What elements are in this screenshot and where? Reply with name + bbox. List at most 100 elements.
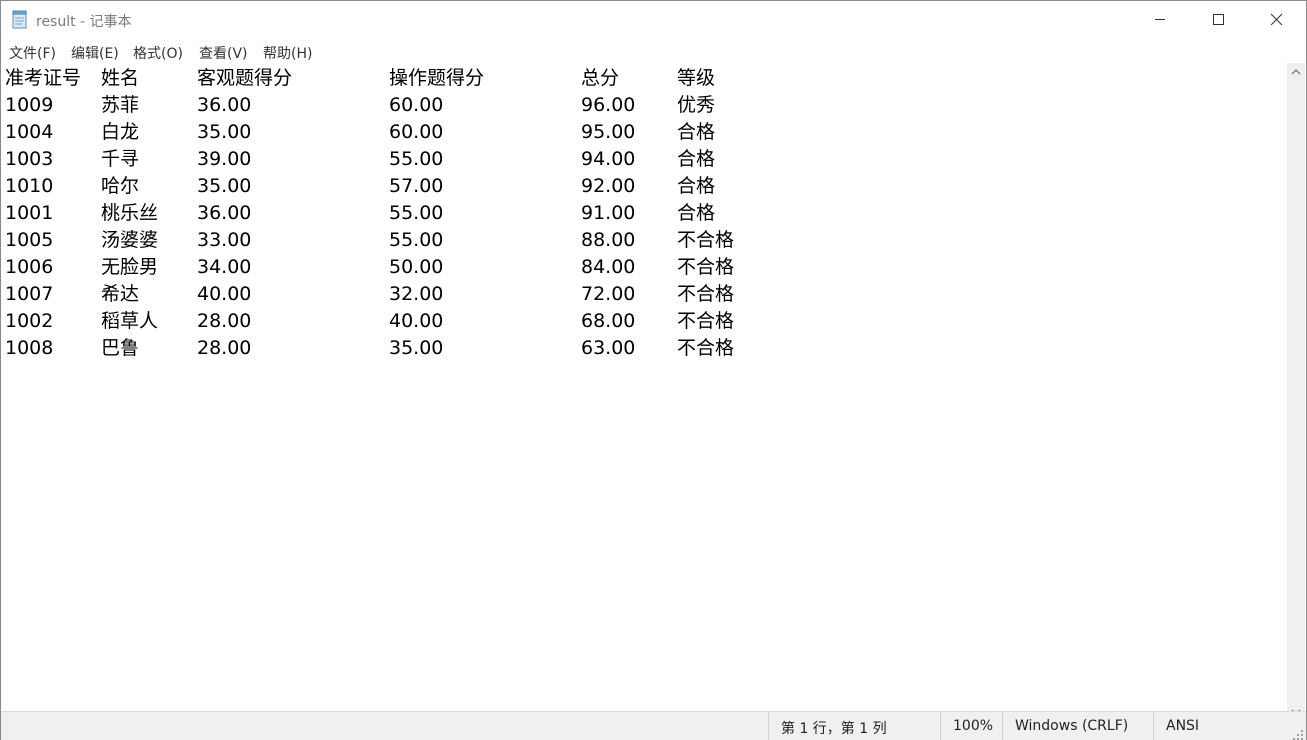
header-exam-id: 准考证号: [5, 67, 82, 89]
text-line: 1004 白龙 35.00 60.00 95.00 合格: [1, 119, 1287, 146]
total-score: 88.00: [581, 229, 636, 251]
zoom-text: 100%: [953, 718, 994, 734]
student-name: 稻草人: [101, 310, 159, 332]
menu-file[interactable]: 文件(F): [9, 43, 56, 63]
objective-score: 35.00: [197, 121, 252, 143]
menu-format[interactable]: 格式(O): [133, 43, 183, 63]
grade: 不合格: [677, 310, 735, 332]
exam-id: 1008: [5, 337, 54, 359]
text-editor-area[interactable]: 准考证号 姓名 客观题得分 操作题得分 总分 等级 1009 苏菲 36.00 …: [1, 63, 1287, 711]
student-name: 苏菲: [101, 94, 140, 116]
objective-score: 35.00: [197, 175, 252, 197]
header-grade: 等级: [677, 67, 716, 89]
grade: 合格: [677, 202, 716, 224]
objective-score: 28.00: [197, 310, 252, 332]
vertical-scrollbar[interactable]: [1287, 63, 1305, 715]
text-line: 1007 希达 40.00 32.00 72.00 不合格: [1, 281, 1287, 308]
maximize-button[interactable]: [1189, 1, 1247, 37]
student-name: 希达: [101, 283, 140, 305]
objective-score: 36.00: [197, 202, 252, 224]
resize-grip-icon[interactable]: [1292, 726, 1304, 740]
title-bar[interactable]: result - 记事本: [1, 1, 1306, 39]
menu-edit[interactable]: 编辑(E): [71, 43, 119, 63]
close-button[interactable]: [1247, 1, 1305, 37]
practical-score: 55.00: [389, 148, 444, 170]
student-name: 汤婆婆: [101, 229, 159, 251]
total-score: 96.00: [581, 94, 636, 116]
grade: 合格: [677, 175, 716, 197]
student-name: 白龙: [101, 121, 140, 143]
total-score: 92.00: [581, 175, 636, 197]
grade: 优秀: [677, 94, 716, 116]
exam-id: 1001: [5, 202, 54, 224]
grade: 不合格: [677, 283, 735, 305]
line-ending-text: Windows (CRLF): [1015, 718, 1129, 734]
student-name: 桃乐丝: [101, 202, 159, 224]
objective-score: 33.00: [197, 229, 252, 251]
total-score: 95.00: [581, 121, 636, 143]
practical-score: 60.00: [389, 94, 444, 116]
grade: 不合格: [677, 229, 735, 251]
practical-score: 32.00: [389, 283, 444, 305]
window-title: result - 记事本: [36, 14, 132, 30]
practical-score: 35.00: [389, 337, 444, 359]
text-line: 1002 稻草人 28.00 40.00 68.00 不合格: [1, 308, 1287, 335]
exam-id: 1004: [5, 121, 54, 143]
objective-score: 34.00: [197, 256, 252, 278]
status-cursor-position: 第 1 行，第 1 列: [768, 712, 941, 740]
grade: 不合格: [677, 256, 735, 278]
student-name: 哈尔: [101, 175, 140, 197]
objective-score: 40.00: [197, 283, 252, 305]
practical-score: 60.00: [389, 121, 444, 143]
total-score: 72.00: [581, 283, 636, 305]
header-name: 姓名: [101, 67, 140, 89]
cursor-position-text: 第 1 行，第 1 列: [781, 721, 887, 737]
text-line: 1005 汤婆婆 33.00 55.00 88.00 不合格: [1, 227, 1287, 254]
status-zoom: 100%: [940, 712, 1003, 740]
exam-id: 1005: [5, 229, 54, 251]
practical-score: 55.00: [389, 202, 444, 224]
exam-id: 1003: [5, 148, 54, 170]
practical-score: 57.00: [389, 175, 444, 197]
header-practical-score: 操作题得分: [389, 67, 485, 89]
exam-id: 1009: [5, 94, 54, 116]
notepad-icon: [11, 10, 29, 29]
student-name: 千寻: [101, 148, 140, 170]
status-encoding: ANSI: [1153, 712, 1305, 740]
total-score: 84.00: [581, 256, 636, 278]
header-objective-score: 客观题得分: [197, 67, 293, 89]
notepad-window: result - 记事本 文件(F) 编辑(E) 格式(O) 查看(V) 帮助(…: [0, 0, 1307, 740]
total-score: 68.00: [581, 310, 636, 332]
status-line-ending: Windows (CRLF): [1002, 712, 1154, 740]
menu-help[interactable]: 帮助(H): [263, 43, 312, 63]
text-line: 1003 千寻 39.00 55.00 94.00 合格: [1, 146, 1287, 173]
grade: 合格: [677, 121, 716, 143]
grade: 合格: [677, 148, 716, 170]
grade: 不合格: [677, 337, 735, 359]
status-bar: 第 1 行，第 1 列 100% Windows (CRLF) ANSI: [1, 711, 1306, 740]
encoding-text: ANSI: [1166, 718, 1200, 734]
total-score: 94.00: [581, 148, 636, 170]
total-score: 63.00: [581, 337, 636, 359]
practical-score: 40.00: [389, 310, 444, 332]
total-score: 91.00: [581, 202, 636, 224]
objective-score: 28.00: [197, 337, 252, 359]
objective-score: 39.00: [197, 148, 252, 170]
minimize-button[interactable]: [1131, 1, 1189, 37]
text-line: 1006 无脸男 34.00 50.00 84.00 不合格: [1, 254, 1287, 281]
student-name: 无脸男: [101, 256, 159, 278]
menu-bar: 文件(F) 编辑(E) 格式(O) 查看(V) 帮助(H): [1, 39, 1306, 63]
exam-id: 1010: [5, 175, 54, 197]
exam-id: 1007: [5, 283, 54, 305]
header-total: 总分: [581, 67, 620, 89]
objective-score: 36.00: [197, 94, 252, 116]
exam-id: 1002: [5, 310, 54, 332]
text-line: 1010 哈尔 35.00 57.00 92.00 合格: [1, 173, 1287, 200]
student-name: 巴鲁: [101, 337, 140, 359]
practical-score: 55.00: [389, 229, 444, 251]
text-line: 1008 巴鲁 28.00 35.00 63.00 不合格: [1, 335, 1287, 362]
header-line: 准考证号 姓名 客观题得分 操作题得分 总分 等级: [1, 65, 1287, 92]
menu-view[interactable]: 查看(V): [199, 43, 248, 63]
practical-score: 50.00: [389, 256, 444, 278]
exam-id: 1006: [5, 256, 54, 278]
